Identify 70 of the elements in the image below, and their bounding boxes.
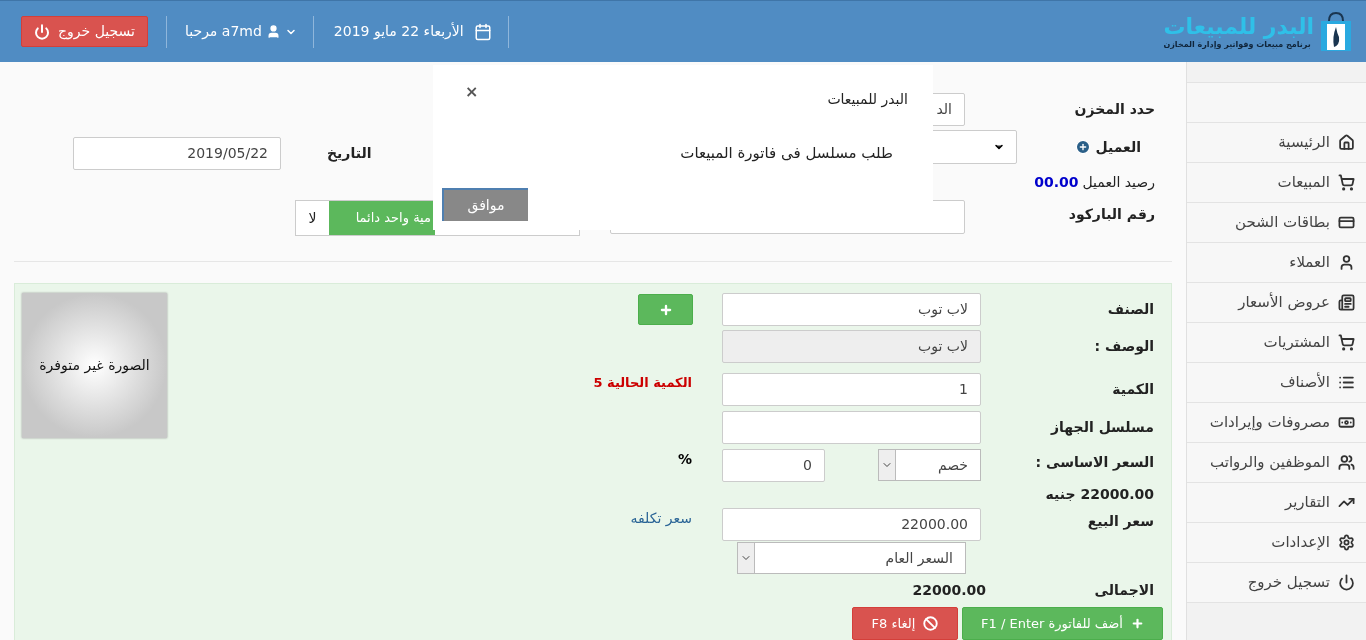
cart-icon [1338,174,1355,191]
field-label: التاريخ [327,143,372,164]
field-label: السعر الاساسى : [1034,453,1155,473]
gear-icon [1338,534,1355,551]
logout-button[interactable]: تسجيل خروج [21,16,148,47]
home-icon [1338,134,1355,151]
field-label: رقم الباركود [1067,205,1156,225]
field-label: العميل [1095,137,1141,157]
field-label: الوصف : [1093,337,1155,357]
sidebar-item[interactable]: المبيعات [1187,163,1366,203]
field-label: الصنف [1106,300,1155,319]
sidebar-item[interactable]: المشتريات [1187,323,1366,363]
total-value: 22000.00 [912,580,986,600]
input-field[interactable]: 1 [722,373,981,406]
no-option[interactable]: لا [296,201,329,235]
input-field[interactable]: لاب توب [722,293,981,326]
sidebar-item[interactable]: التقارير [1187,483,1366,523]
add-item-button[interactable] [638,294,693,325]
sidebar-item[interactable]: مصروفات وإيرادات [1187,403,1366,443]
power-icon [34,23,51,40]
users-icon [1338,454,1355,471]
cart-icon [1338,334,1355,351]
balance-label: رصيد العميل [1082,172,1155,193]
input-field[interactable]: 2019/05/22 [73,136,281,170]
ban-icon [923,616,939,631]
power-icon [1338,574,1355,591]
dialog-title: البدر للمبيعات [827,90,908,110]
sidebar-item[interactable]: الموظفين والرواتب [1187,443,1366,483]
sidebar-item[interactable]: عروض الأسعار [1187,283,1366,323]
sidebar-item[interactable]: الأصناف [1187,363,1366,403]
close-button[interactable]: × [465,80,479,104]
card-icon [1338,214,1355,231]
image-missing-text: الصورة غير متوفرة [39,356,150,376]
field-label: الاجمالى [1093,580,1155,600]
user-menu[interactable]: a7md مرحبا [185,21,297,42]
input-field[interactable] [722,411,981,444]
field-label: الكمية [1111,380,1155,399]
input-field[interactable]: 22000.00 [722,508,981,541]
banknote-icon [1338,414,1355,431]
user-icon [1338,254,1355,271]
stock-quantity: الكمية الحالية 5 [593,374,692,392]
input-field[interactable]: 0 [722,449,825,482]
user-icon [265,24,281,39]
list-icon [1338,374,1355,391]
sidebar-item[interactable]: تسجيل خروج [1187,563,1366,603]
field-label: حدد المخزن [1073,99,1156,120]
sidebar-item[interactable]: الرئيسية [1187,123,1366,163]
ok-button[interactable]: موافق [442,188,528,221]
calendar-icon [473,22,492,41]
cancel-button[interactable]: إلغاء F8 [852,607,958,640]
plus-icon [1130,617,1144,630]
plus-icon [658,302,673,317]
logo-subtitle: برنامج مبيعات وفواتير وإدارة المخازن [1163,39,1311,50]
field-label: سعر البيع [1086,512,1155,532]
field-label: مسلسل الجهاز [1049,418,1155,438]
list-card-icon [1338,294,1355,311]
cost-price-link[interactable]: سعر تكلفه [630,508,692,529]
percent-sign: % [677,450,692,469]
select-field[interactable]: خصم [878,449,981,481]
add-customer-icon[interactable] [1075,139,1092,155]
bag-logo-icon [1318,10,1354,53]
dialog-message: طلب مسلسل فى فاتورة المبيعات [680,143,893,164]
select-field[interactable]: السعر العام [737,542,966,574]
input-field[interactable]: لاب توب [722,330,981,363]
sidebar-item[interactable]: الإعدادات [1187,523,1366,563]
balance-value: 00.00 [1034,172,1079,192]
sidebar-item[interactable]: بطاقات الشحن [1187,203,1366,243]
base-price: 22000.00 جنيه [1045,485,1154,502]
sidebar-item[interactable]: العملاء [1187,243,1366,283]
current-date: الأربعاء 22 مايو 2019 [333,21,464,42]
